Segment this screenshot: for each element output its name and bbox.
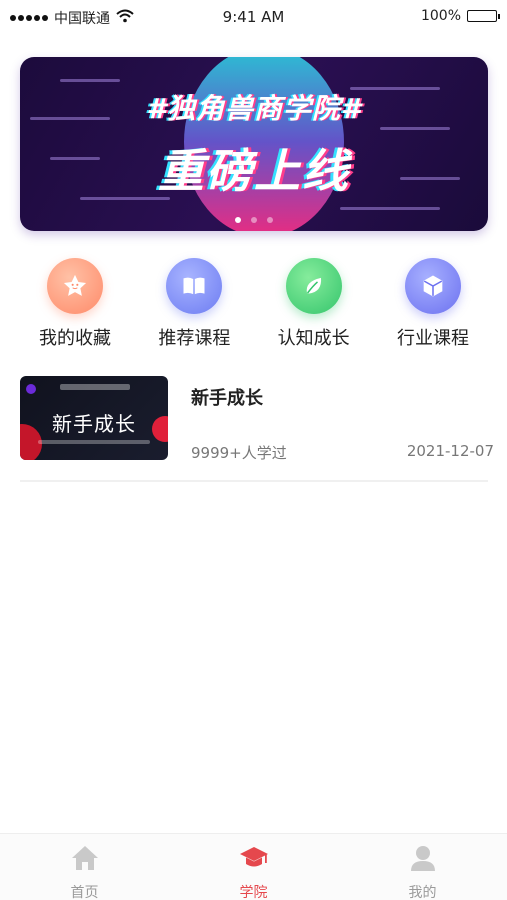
quick-nav-recommended[interactable]: 推荐课程 [139,258,249,350]
home-icon [70,844,100,876]
quick-nav-cognitive-growth[interactable]: 认知成长 [259,258,369,350]
quick-nav-label: 认知成长 [277,328,350,349]
course-learner-count: 9999+人学过 [191,444,287,462]
list-divider [20,480,488,482]
tab-label: 学院 [239,885,268,900]
status-bar: 中国联通 9:41 AM 100% [0,0,507,34]
banner-headline: 重磅上线 [158,144,350,198]
quick-nav-label: 我的收藏 [39,328,111,349]
quick-nav-favorites[interactable]: 我的收藏 [20,258,130,350]
leaf-icon [285,258,342,314]
banner-streak [60,79,120,82]
thumbnail-title: 新手成长 [52,412,136,436]
bottom-tab-bar: 首页 学院 我的 [0,833,507,900]
tab-home[interactable]: 首页 [0,834,169,900]
course-date: 2021-12-07 [406,442,494,460]
promo-banner[interactable]: #独角兽商学院# 重磅上线 [20,57,488,231]
tab-label: 我的 [408,885,437,900]
battery-percent: 100% [420,8,461,24]
battery-icon [467,10,500,22]
quick-nav-industry[interactable]: 行业课程 [378,258,488,350]
carousel-dot[interactable] [267,217,273,223]
quick-nav: 我的收藏 推荐课程 认知成长 行业课程 [20,258,488,350]
banner-streak [380,127,450,130]
person-icon [408,844,438,876]
status-right: 100% [420,8,500,24]
course-thumbnail: 新手成长 [20,376,168,460]
carousel-dots[interactable] [20,217,488,223]
book-icon [166,258,223,314]
course-title: 新手成长 [191,388,263,409]
tab-mine[interactable]: 我的 [338,834,507,900]
cube-icon [404,258,461,314]
star-icon [47,258,103,314]
tab-academy[interactable]: 学院 [169,834,338,900]
carousel-dot[interactable] [251,217,257,223]
thumbnail-subtitle-bar [38,440,150,444]
quick-nav-label: 推荐课程 [158,328,231,349]
tab-label: 首页 [70,885,99,900]
graduation-cap-icon [239,844,269,876]
banner-tagline: #独角兽商学院# [146,92,362,125]
thumbnail-decoration [26,384,36,394]
carousel-dot[interactable] [235,217,241,223]
thumbnail-brand-logo [60,384,130,390]
banner-streak [340,207,440,210]
course-list-item[interactable]: 新手成长 新手成长 9999+人学过 2021-12-07 [20,376,494,464]
quick-nav-label: 行业课程 [396,328,469,349]
